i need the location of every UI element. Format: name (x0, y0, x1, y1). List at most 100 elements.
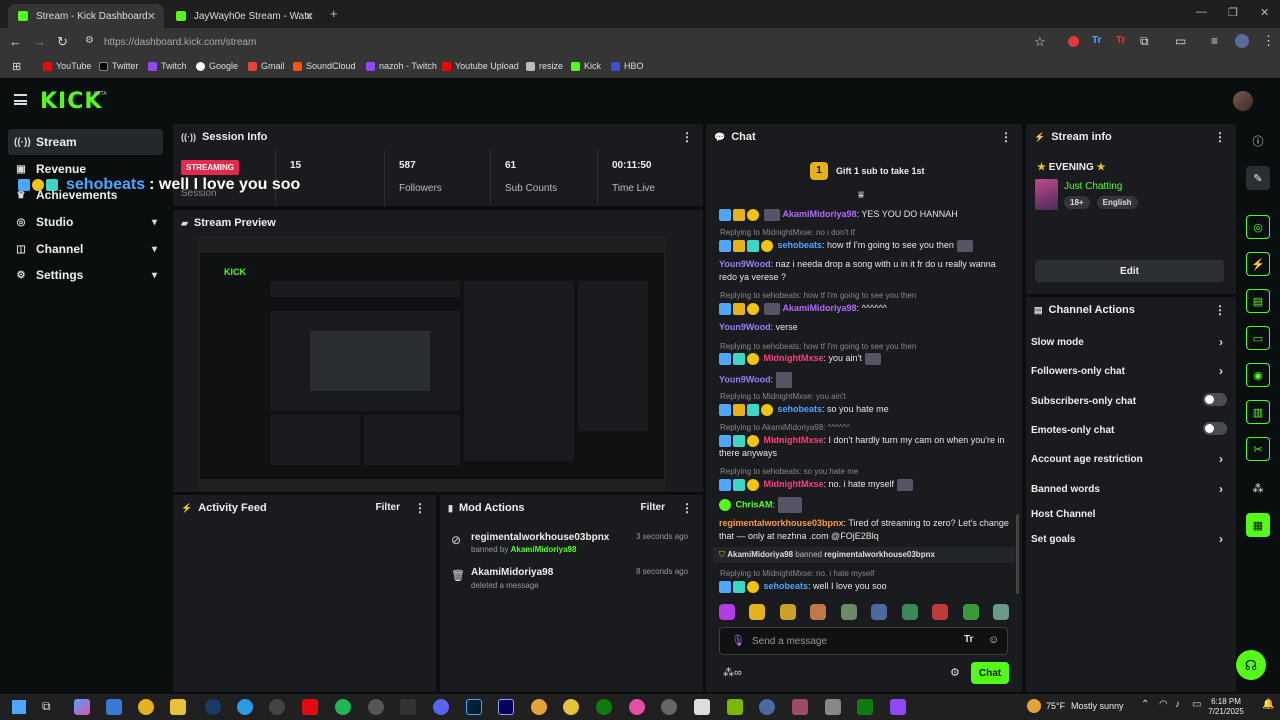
app-icon-6[interactable] (759, 699, 775, 715)
sidebar-item-settings[interactable]: ⚙ Settings ▾ (8, 262, 163, 288)
close-tab-icon[interactable]: ✕ (305, 10, 314, 23)
pinned-drawer-icon[interactable]: ⩸ (858, 190, 864, 201)
emote-icon[interactable] (901, 604, 918, 620)
edit-pencil-icon[interactable]: ✎ (1246, 166, 1270, 190)
chat-rail-icon[interactable]: ▭ (1246, 326, 1270, 350)
emoji-icon[interactable]: ☺ (988, 634, 999, 646)
netflix-icon[interactable] (302, 699, 318, 715)
bookmark-twitch[interactable]: Twitch (148, 61, 187, 71)
xbox-icon[interactable] (596, 699, 612, 715)
emote-icon[interactable] (779, 604, 796, 620)
emote-icon[interactable] (962, 604, 979, 620)
bookmark-google[interactable]: Google (196, 61, 238, 71)
extension-icon[interactable] (1068, 36, 1079, 47)
media-control-icon[interactable]: ≡ (1211, 34, 1218, 48)
action-set-goals[interactable]: Set goals › (1031, 532, 1227, 546)
bolt-rail-icon[interactable]: ⚡ (1246, 252, 1270, 276)
sidebar-item-stream[interactable]: ((·)) Stream (8, 129, 163, 155)
obs-icon[interactable] (269, 699, 285, 715)
more-options-icon[interactable]: ⋮ (681, 130, 693, 144)
epic-games-icon[interactable] (400, 699, 416, 715)
chat-settings-icon[interactable]: ⚙ (950, 666, 960, 679)
store-icon[interactable] (106, 699, 122, 715)
bookmark-resize[interactable]: resize (526, 61, 563, 71)
tab-jaywayh0e-stream[interactable]: JayWayh0e Stream - Watch Live ✕ (166, 4, 322, 28)
emote-icon[interactable] (932, 604, 949, 620)
apps-grid-icon[interactable]: ⊞ (12, 60, 21, 73)
emote-icon[interactable] (992, 604, 1009, 620)
chrome-icon[interactable] (138, 699, 154, 715)
app-icon-8[interactable] (825, 699, 841, 715)
address-bar[interactable]: https://dashboard.kick.com/stream (104, 37, 256, 48)
extensions-puzzle-icon[interactable]: ⧉ (1140, 34, 1149, 49)
battery-icon[interactable]: ▭ (1192, 699, 1201, 710)
mod-item-target[interactable]: regimentalworkhouse03bpnx (471, 532, 609, 543)
discord-icon[interactable] (433, 699, 449, 715)
tray-chevron-icon[interactable]: ⌃ (1141, 699, 1149, 710)
close-window-icon[interactable]: ✕ (1260, 6, 1269, 19)
bookmark-soundcloud[interactable]: SoundCloud (293, 61, 356, 71)
copilot-icon[interactable] (74, 699, 90, 715)
action-followers-only[interactable]: Followers-only chat › (1031, 364, 1227, 378)
weather-desc[interactable]: Mostly sunny (1071, 701, 1124, 711)
notification-bell-icon[interactable]: 🔔 (1262, 699, 1274, 710)
sidebar-item-channel[interactable]: ◫ Channel ▾ (8, 236, 163, 262)
support-headset-icon[interactable]: ☊ (1236, 650, 1266, 680)
subscribers-only-toggle[interactable] (1203, 393, 1227, 406)
site-info-icon[interactable]: ⚙ (85, 35, 94, 46)
action-account-age[interactable]: Account age restriction › (1031, 452, 1227, 466)
wrench-rail-icon[interactable]: ✂ (1246, 437, 1270, 461)
bookmark-youtube-upload[interactable]: Youtube Upload (442, 61, 519, 71)
broadcast-rail-icon[interactable]: ◉ (1246, 363, 1270, 387)
category-name[interactable]: Just Chatting (1064, 181, 1122, 192)
volume-icon[interactable]: ♪ (1175, 699, 1180, 710)
app-icon-9[interactable] (857, 699, 873, 715)
browser-menu-icon[interactable]: ⋮ (1262, 33, 1275, 49)
emotes-only-toggle[interactable] (1203, 422, 1227, 435)
task-view-icon[interactable]: ⧉ (42, 699, 51, 714)
emote-icon[interactable] (871, 604, 888, 620)
spotify-icon[interactable] (335, 699, 351, 715)
bookmark-nazoh-twitch[interactable]: nazoh - Twitch (366, 61, 437, 71)
close-tab-icon[interactable]: ✕ (147, 10, 156, 23)
premiere-icon[interactable] (498, 699, 514, 715)
more-options-icon[interactable]: ⋮ (414, 501, 426, 515)
bookmark-star-icon[interactable]: ☆ (1034, 34, 1046, 50)
mod-filter-button[interactable]: Filter (641, 502, 665, 513)
forward-icon[interactable]: → (33, 34, 46, 49)
info-icon[interactable]: ⓘ (1246, 129, 1270, 153)
bookmark-kick[interactable]: Kick (571, 61, 601, 71)
translate-extension-icon[interactable]: Tr (1092, 35, 1101, 46)
twitch-app-icon[interactable] (890, 699, 906, 715)
steam-icon[interactable] (205, 699, 221, 715)
app-icon-4[interactable] (629, 699, 645, 715)
action-slow-mode[interactable]: Slow mode › (1031, 335, 1227, 349)
app-icon-3[interactable] (563, 699, 579, 715)
more-options-icon[interactable]: ⋮ (1214, 130, 1226, 144)
activity-filter-button[interactable]: Filter (376, 502, 400, 513)
emote-icon[interactable] (749, 604, 766, 620)
microphone-icon[interactable]: 🎙 (731, 634, 745, 647)
more-options-icon[interactable]: ⋮ (1214, 303, 1226, 317)
clock-date[interactable]: 7/21/2025 (1202, 707, 1250, 716)
emote-icon[interactable] (840, 604, 857, 620)
back-icon[interactable]: ← (9, 34, 22, 49)
more-options-icon[interactable]: ⋮ (681, 501, 693, 515)
points-icon[interactable]: ⁂∞ (723, 666, 742, 679)
clock-time[interactable]: 6:18 PM (1206, 697, 1246, 706)
app-icon-7[interactable] (792, 699, 808, 715)
send-chat-button[interactable]: Chat (971, 662, 1009, 684)
translate-icon[interactable]: Tr (964, 634, 973, 645)
app-icon-5[interactable] (661, 699, 677, 715)
cast-icon[interactable]: ▭ (1175, 34, 1186, 48)
weather-temp[interactable]: 75°F (1046, 701, 1065, 711)
sidebar-item-studio[interactable]: ◎ Studio ▾ (8, 209, 163, 235)
wifi-icon[interactable]: ◠ (1159, 699, 1168, 710)
app-icon[interactable] (368, 699, 384, 715)
nvidia-icon[interactable] (727, 699, 743, 715)
profile-icon[interactable] (1235, 34, 1249, 48)
gift-sub-banner[interactable]: Gift 1 sub to take 1st (836, 166, 925, 176)
edge-icon[interactable] (237, 699, 253, 715)
avatar[interactable] (1233, 91, 1253, 111)
reload-icon[interactable]: ↻ (57, 34, 68, 50)
